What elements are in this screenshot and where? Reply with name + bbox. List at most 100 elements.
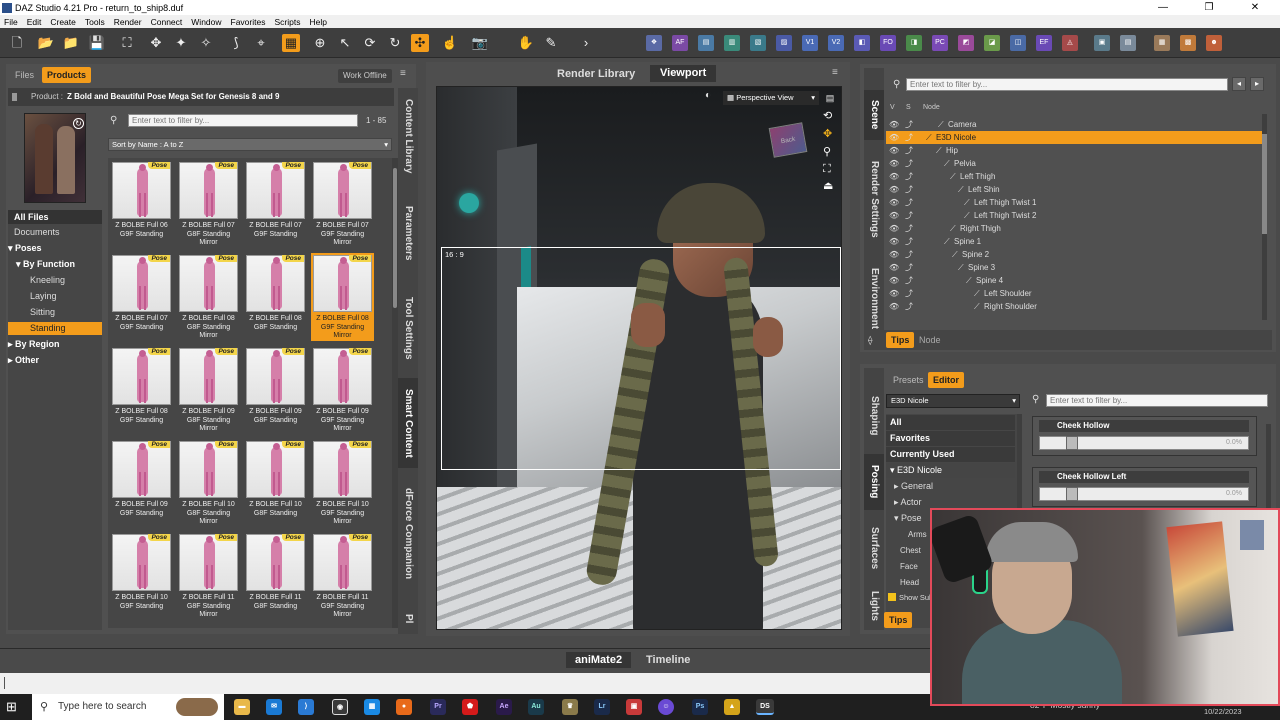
obs-icon[interactable]: ◉ xyxy=(332,699,348,715)
tab-dforce-companion[interactable]: dForce Companion xyxy=(398,482,418,586)
visibility-eye-icon[interactable]: 👁 xyxy=(889,276,899,285)
selectable-icon[interactable]: ⤴ xyxy=(905,211,915,220)
plugin-icon-ef[interactable]: EF xyxy=(1036,35,1052,51)
content-filter-input[interactable] xyxy=(128,114,358,127)
scene-node-row[interactable]: 👁 ⤴ ⟋ Spine 1 xyxy=(886,235,1262,248)
scrollbar-thumb[interactable] xyxy=(393,168,397,308)
tab-presets[interactable]: Presets xyxy=(888,372,929,388)
slider-knob[interactable] xyxy=(1066,487,1078,501)
tab-environment[interactable]: Environment xyxy=(864,260,884,338)
selectable-icon[interactable]: ⤴ xyxy=(905,198,915,207)
selectable-icon[interactable]: ⤴ xyxy=(905,276,915,285)
view-cube[interactable]: Back xyxy=(768,122,808,158)
tree-all-files[interactable]: All Files xyxy=(8,210,102,224)
tab-node[interactable]: Node xyxy=(914,332,946,348)
photo-app-icon[interactable]: ▣ xyxy=(626,699,642,715)
tree-poses[interactable]: ▾ Poses xyxy=(8,242,42,255)
scene-node-row[interactable]: 👁 ⤴ ⟋ Camera xyxy=(886,118,1262,131)
selectable-icon[interactable]: ⤴ xyxy=(905,237,915,246)
plugin-icon-v2[interactable]: V2 xyxy=(828,35,844,51)
tab-animate2[interactable]: aniMate2 xyxy=(566,652,632,668)
tab-render-settings[interactable]: Render Settings xyxy=(864,156,884,242)
tab-surfaces[interactable]: Surfaces xyxy=(864,520,884,576)
selectable-icon[interactable]: ⤴ xyxy=(905,133,915,142)
viewport-options-icon[interactable]: ▤ xyxy=(823,91,837,105)
menu-favorites[interactable]: Favorites xyxy=(231,17,266,27)
vscode-icon[interactable]: ⟩ xyxy=(298,699,314,715)
tab-posing[interactable]: Posing xyxy=(864,454,884,510)
category-all[interactable]: All xyxy=(886,415,1015,430)
tree-figure[interactable]: ▾ E3D Nicole xyxy=(886,463,1015,478)
plugin-icon-12[interactable]: ▤ xyxy=(1120,35,1136,51)
scene-node-row[interactable]: 👁 ⤴ ⟋ Spine 4 xyxy=(886,274,1262,287)
tree-other[interactable]: ▸ Other xyxy=(8,354,39,367)
tree-kneeling[interactable]: Kneeling xyxy=(8,274,65,287)
tab-render-library[interactable]: Render Library xyxy=(552,66,640,82)
grab-icon[interactable]: ✋ xyxy=(517,34,535,52)
plugin-icon-15[interactable]: ☻ xyxy=(1206,35,1222,51)
file-explorer-icon[interactable]: ▬ xyxy=(234,699,250,715)
selectable-icon[interactable]: ⤴ xyxy=(905,250,915,259)
zoom-icon[interactable]: ⚲ xyxy=(823,145,831,158)
selectable-icon[interactable]: ⤴ xyxy=(905,302,915,311)
plugin-icon-4[interactable]: ▧ xyxy=(750,35,766,51)
scrollbar-thumb[interactable] xyxy=(1262,134,1267,234)
firefox-icon[interactable]: ● xyxy=(396,699,412,715)
app-icon-1[interactable]: ♛ xyxy=(562,699,578,715)
calculator-icon[interactable]: ▦ xyxy=(364,699,380,715)
tab-files[interactable]: Files xyxy=(10,67,39,83)
edit-icon[interactable]: ✎ xyxy=(542,34,560,52)
daz-studio-icon[interactable]: DS xyxy=(756,699,774,715)
menu-help[interactable]: Help xyxy=(309,17,326,27)
app-icon-2[interactable]: ▲ xyxy=(724,699,740,715)
scene-scrollbar[interactable] xyxy=(1262,114,1267,320)
premiere-icon[interactable]: Pr xyxy=(430,699,446,715)
pose-thumbnail[interactable]: Pose Z BOLBE Full 11 G9F Standing Mirror xyxy=(311,532,374,620)
scene-forward-button[interactable]: ▸ xyxy=(1250,77,1264,91)
selectable-icon[interactable]: ⤴ xyxy=(905,185,915,194)
visibility-eye-icon[interactable]: 👁 xyxy=(889,263,899,272)
selectable-icon[interactable]: ⤴ xyxy=(905,263,915,272)
pose-thumbnail[interactable]: Pose Z BOLBE Full 09 G9F Standing Mirror xyxy=(311,346,374,434)
select-arrow-icon[interactable]: ↖ xyxy=(336,34,354,52)
tab-pl[interactable]: Pl xyxy=(398,608,418,630)
visibility-eye-icon[interactable]: 👁 xyxy=(889,289,899,298)
viewport-menu-icon[interactable]: ≡ xyxy=(832,67,838,78)
plugin-icon-8[interactable]: ◪ xyxy=(984,35,1000,51)
maximize-button[interactable]: ❐ xyxy=(1186,0,1232,15)
mail-icon[interactable]: ✉ xyxy=(266,699,282,715)
hand-tool-icon[interactable]: ☝ xyxy=(441,34,459,52)
product-thumbnail[interactable]: ↻ xyxy=(24,113,86,203)
merge-icon[interactable]: 📁 xyxy=(62,34,80,52)
slider-track[interactable]: 0.0% xyxy=(1039,436,1249,450)
surface-selection-icon[interactable]: ✧ xyxy=(197,34,215,52)
acrobat-icon[interactable]: ⬟ xyxy=(462,699,478,715)
menu-window[interactable]: Window xyxy=(191,17,221,27)
pose-thumbnail[interactable]: Pose Z BOLBE Full 11 G8F Standing Mirror xyxy=(177,532,240,620)
3d-viewport[interactable]: 16 : 9 ◐ ▦ Perspective View ▾ ▤ Back ⟲ ✥… xyxy=(436,86,842,630)
pose-thumbnail[interactable]: Pose Z BOLBE Full 10 G9F Standing Mirror xyxy=(311,439,374,527)
refresh-icon[interactable]: ↻ xyxy=(73,118,84,129)
slider-knob[interactable] xyxy=(1066,436,1078,450)
visibility-eye-icon[interactable]: 👁 xyxy=(889,146,899,155)
visibility-eye-icon[interactable]: 👁 xyxy=(889,224,899,233)
pan-icon[interactable]: ✥ xyxy=(823,127,832,140)
scene-node-row[interactable]: 👁 ⤴ ⟋ E3D Nicole xyxy=(886,131,1262,144)
joint-editor-icon[interactable]: ⟆ xyxy=(227,34,245,52)
more-icon[interactable]: › xyxy=(577,34,595,52)
taskbar-search[interactable]: ⚲ Type here to search xyxy=(32,694,224,720)
visibility-eye-icon[interactable]: 👁 xyxy=(889,159,899,168)
plugin-icon-9[interactable]: ◫ xyxy=(1010,35,1026,51)
draw-style-icon[interactable]: ◐ xyxy=(705,91,713,101)
scene-node-row[interactable]: 👁 ⤴ ⟋ Right Thigh xyxy=(886,222,1262,235)
view-selector[interactable]: ▦ Perspective View ▾ xyxy=(723,91,819,105)
work-offline-button[interactable]: Work Offline xyxy=(338,69,392,83)
tab-shaping[interactable]: Shaping xyxy=(864,388,884,444)
pose-thumbnail[interactable]: Pose Z BOLBE Full 08 G8F Standing Mirror xyxy=(177,253,240,341)
selectable-icon[interactable]: ⤴ xyxy=(905,146,915,155)
tab-smart-content[interactable]: Smart Content xyxy=(398,378,418,468)
lightroom-icon[interactable]: Lr xyxy=(594,699,610,715)
tree-documents[interactable]: Documents xyxy=(8,226,60,239)
property-filter-input[interactable] xyxy=(1046,394,1268,407)
spin-icon[interactable]: ↻ xyxy=(386,34,404,52)
